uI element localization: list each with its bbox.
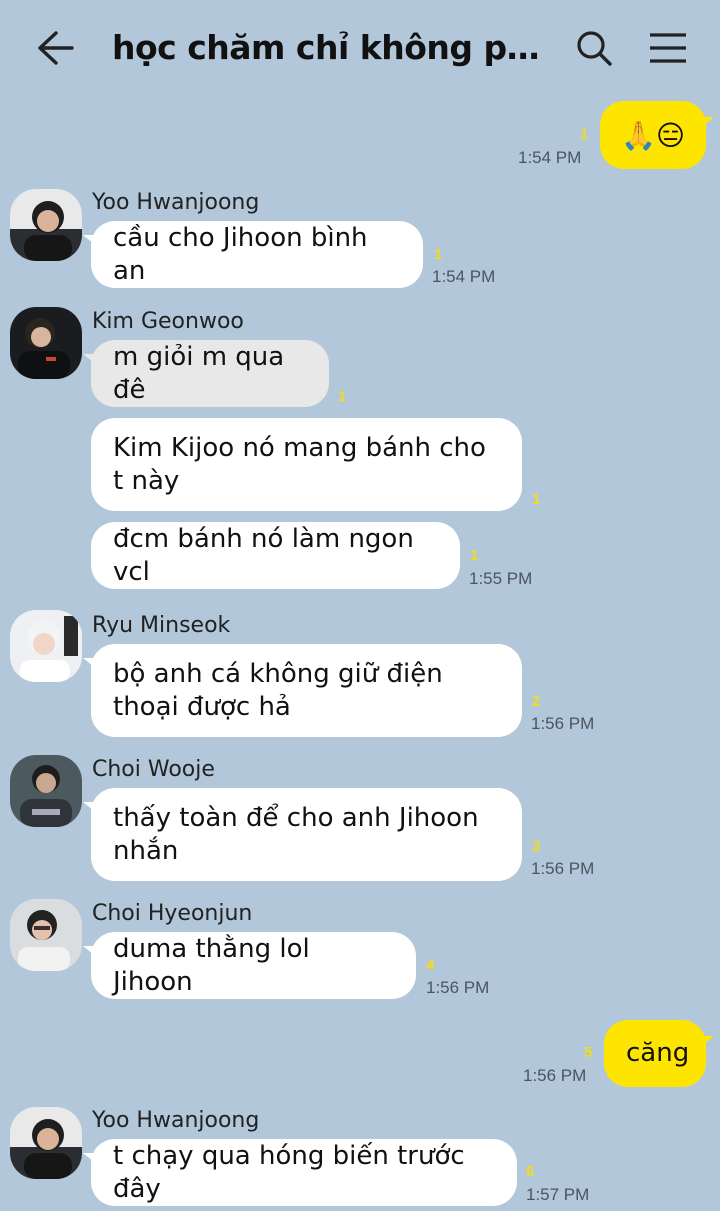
message-time: 1:54 PM [432,267,496,286]
unread-count: 3 [532,838,541,855]
message-bubble[interactable]: m giỏi m qua đê [91,340,329,407]
unread-count: 2 [532,693,541,710]
message-time: 1:57 PM [526,1185,590,1204]
message-time: 1:55 PM [469,569,533,588]
sender-name: Yoo Hwanjoong [92,190,260,215]
message-bubble[interactable]: t chạy qua hóng biến trước đây [91,1139,517,1206]
sender-name: Yoo Hwanjoong [92,1108,260,1133]
avatar[interactable] [10,755,82,827]
unread-count: 1 [470,547,479,564]
sender-name: Ryu Minseok [92,613,231,638]
unread-count: 1 [434,246,443,263]
message-time: 1:56 PM [523,1066,587,1085]
unread-count: 1 [580,126,589,143]
back-arrow-icon[interactable] [36,30,76,66]
my-message-bubble[interactable]: 🙏😑 [600,101,706,169]
unread-count: 1 [338,388,347,405]
message-time: 1:54 PM [518,148,582,167]
message-bubble[interactable]: cầu cho Jihoon bình an [91,221,423,288]
avatar[interactable] [10,189,82,261]
message-bubble[interactable]: duma thằng lol Jihoon [91,932,416,999]
unread-count: 1 [532,491,541,508]
message-time: 1:56 PM [531,859,595,878]
search-icon[interactable] [574,28,614,68]
message-bubble[interactable]: thấy toàn để cho anh Jihoon nhắn [91,788,522,881]
message-time: 1:56 PM [426,978,490,997]
message-bubble[interactable]: Kim Kijoo nó mang bánh cho t này [91,418,522,511]
chat-title: học chăm chỉ không phải v... [112,28,542,67]
my-message-bubble[interactable]: căng [604,1020,706,1087]
message-bubble[interactable]: đcm bánh nó làm ngon vcl [91,522,460,589]
avatar[interactable] [10,307,82,379]
sender-name: Choi Wooje [92,757,215,782]
unread-count: 6 [526,1163,535,1180]
message-time: 1:56 PM [531,714,595,733]
chat-header: học chăm chỉ không phải v... [0,0,720,95]
avatar[interactable] [10,899,82,971]
unread-count: 5 [584,1044,593,1061]
message-bubble[interactable]: bộ anh cá không giữ điện thoại được hả [91,644,522,737]
unread-count: 4 [426,957,435,974]
avatar[interactable] [10,610,82,682]
sender-name: Choi Hyeonjun [92,901,253,926]
menu-icon[interactable] [646,30,690,66]
sender-name: Kim Geonwoo [92,309,244,334]
avatar[interactable] [10,1107,82,1179]
